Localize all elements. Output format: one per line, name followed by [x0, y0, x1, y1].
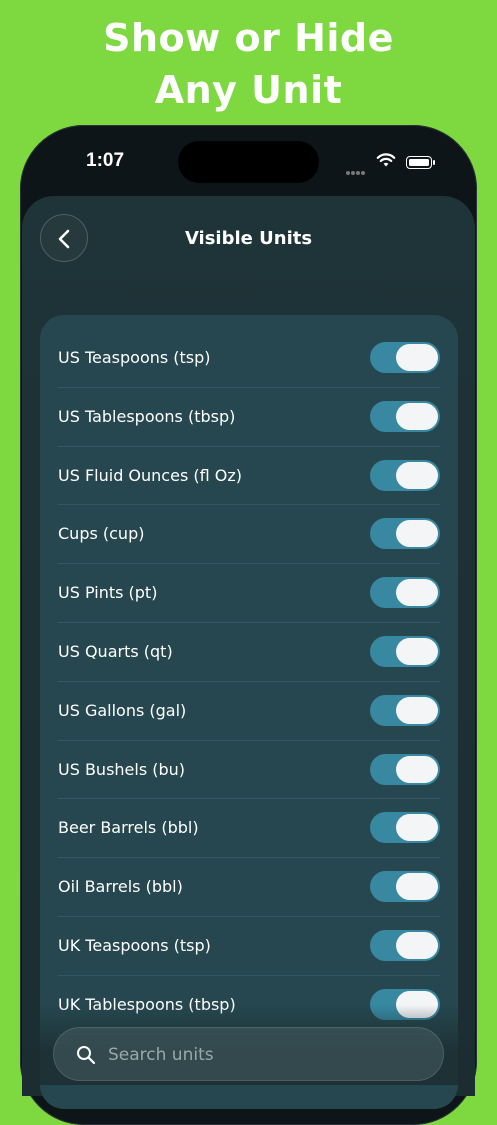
page-title: Visible Units	[184, 228, 313, 249]
visibility-toggle[interactable]	[370, 812, 440, 844]
toggle-knob	[396, 637, 438, 665]
toggle-knob	[396, 814, 438, 842]
toggle-knob	[396, 461, 438, 489]
visibility-toggle[interactable]	[370, 577, 440, 609]
unit-row: US Fluid Ounces (fl Oz)	[58, 447, 440, 506]
toggle-knob	[396, 520, 438, 548]
visibility-toggle[interactable]	[370, 694, 440, 726]
toggle-knob	[396, 696, 438, 724]
unit-row: US Teaspoons (tsp)	[58, 329, 440, 388]
chevron-left-icon	[58, 229, 70, 249]
unit-label: US Tablespoons (tbsp)	[58, 406, 236, 426]
back-button[interactable]	[40, 214, 88, 262]
visibility-toggle[interactable]	[370, 753, 440, 785]
status-time: 1:07	[86, 150, 125, 171]
unit-row: Beer Barrels (bbl)	[58, 799, 440, 859]
visibility-toggle[interactable]	[370, 459, 440, 491]
visibility-toggle[interactable]	[370, 871, 440, 903]
unit-row: US Pints (pt)	[58, 564, 440, 623]
unit-row: US Tablespoons (tbsp)	[58, 388, 440, 447]
unit-row: US Gallons (gal)	[58, 682, 440, 741]
wifi-icon	[376, 153, 396, 167]
search-input[interactable]	[106, 1038, 410, 1072]
unit-row: US Bushels (bu)	[58, 741, 440, 800]
unit-row: UK Teaspoons (tsp)	[58, 917, 440, 976]
visibility-toggle[interactable]	[370, 635, 440, 667]
visibility-toggle[interactable]	[370, 342, 440, 373]
unit-label: US Gallons (gal)	[58, 700, 187, 720]
toggle-knob	[396, 755, 438, 783]
visibility-toggle[interactable]	[370, 518, 440, 550]
signal-icon	[346, 160, 366, 179]
units-list: US Teaspoons (tsp) US Tablespoons (tbsp) U…	[40, 315, 458, 1109]
unit-label: Beer Barrels (bbl)	[58, 818, 199, 838]
unit-label: US Pints (pt)	[58, 583, 158, 603]
toggle-knob	[396, 579, 438, 607]
dynamic-island	[178, 141, 319, 183]
toggle-knob	[396, 931, 438, 959]
unit-label: Oil Barrels (bbl)	[58, 877, 183, 897]
unit-label: US Fluid Ounces (fl Oz)	[58, 465, 243, 485]
visibility-toggle[interactable]	[370, 400, 440, 432]
search-bar[interactable]	[53, 1027, 444, 1081]
unit-label: Cups (cup)	[58, 524, 145, 544]
unit-label: US Teaspoons (tsp)	[58, 348, 211, 367]
promo-line-2: Any Unit	[154, 68, 343, 112]
unit-label: US Quarts (qt)	[58, 641, 173, 661]
toggle-knob	[396, 344, 438, 371]
battery-icon	[406, 156, 435, 169]
unit-row: US Quarts (qt)	[58, 623, 440, 682]
visibility-toggle[interactable]	[370, 929, 440, 961]
unit-row: Cups (cup)	[58, 505, 440, 565]
promo-line-1: Show or Hide	[103, 16, 394, 60]
promo-headline: Show or Hide Any Unit	[0, 12, 497, 116]
toggle-knob	[396, 402, 438, 430]
unit-label: UK Teaspoons (tsp)	[58, 935, 211, 955]
search-icon	[77, 1046, 96, 1065]
unit-row: Oil Barrels (bbl)	[58, 858, 440, 917]
status-icons	[346, 152, 438, 175]
unit-label: US Bushels (bu)	[58, 759, 186, 779]
toggle-knob	[396, 873, 438, 901]
